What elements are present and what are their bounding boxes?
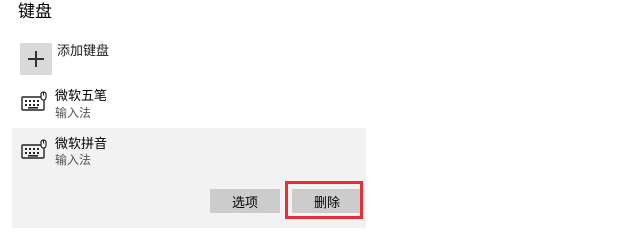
- list-item-keyboard-pinyin[interactable]: 微软拼音 输入法 选项 删除: [12, 128, 366, 228]
- section-title: 键盘: [18, 2, 52, 22]
- add-keyboard-button[interactable]: 添加键盘: [20, 42, 320, 76]
- plus-icon: [20, 43, 52, 75]
- keyboard-name: 微软拼音: [55, 137, 108, 152]
- keyboard-type: 输入法: [55, 153, 92, 167]
- keyboard-name: 微软五笔: [55, 89, 108, 104]
- options-button[interactable]: 选项: [210, 189, 280, 213]
- keyboard-icon: [21, 139, 47, 159]
- delete-button[interactable]: 删除: [292, 189, 362, 213]
- keyboard-icon: [21, 91, 47, 111]
- add-keyboard-label: 添加键盘: [57, 44, 110, 59]
- keyboard-type: 输入法: [55, 106, 92, 120]
- list-item-keyboard-wubi[interactable]: 微软五笔 输入法: [12, 86, 366, 130]
- keyboard-settings-panel: 键盘 添加键盘 微软五笔 输入法 微软拼音 输入法 选项 删除: [0, 0, 620, 230]
